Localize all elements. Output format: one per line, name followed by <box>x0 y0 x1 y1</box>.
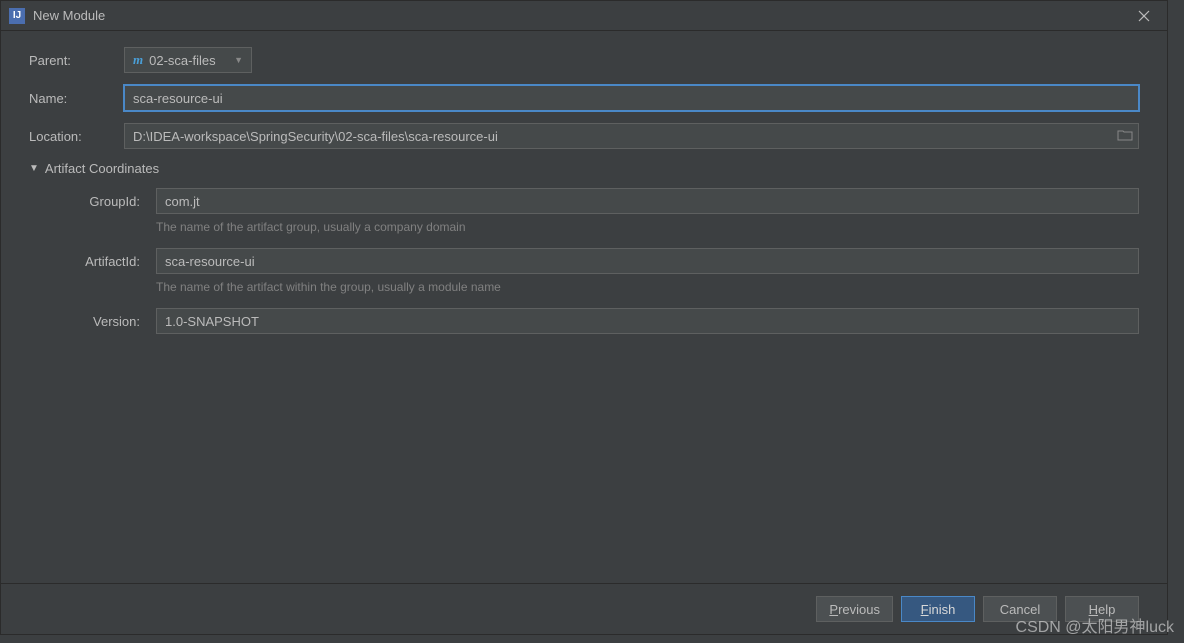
cancel-button[interactable]: Cancel <box>983 596 1057 622</box>
artifactid-label: ArtifactId: <box>61 254 146 269</box>
artifactid-row: ArtifactId: <box>61 248 1139 274</box>
dialog-content: Parent: m 02-sca-files ▼ Name: Location:… <box>1 31 1167 583</box>
groupid-hint: The name of the artifact group, usually … <box>156 220 1139 234</box>
artifact-section: GroupId: The name of the artifact group,… <box>29 188 1139 334</box>
artifactid-hint: The name of the artifact within the grou… <box>156 280 1139 294</box>
expand-triangle-icon: ▼ <box>29 163 39 174</box>
titlebar: IJ New Module <box>1 1 1167 31</box>
help-rest: elp <box>1098 602 1115 617</box>
groupid-row: GroupId: <box>61 188 1139 214</box>
new-module-dialog: IJ New Module Parent: m 02-sca-files ▼ N… <box>0 0 1168 635</box>
parent-combo[interactable]: m 02-sca-files ▼ <box>124 47 252 73</box>
location-input[interactable] <box>124 123 1139 149</box>
help-button[interactable]: Help <box>1065 596 1139 622</box>
name-row: Name: <box>29 85 1139 111</box>
parent-label: Parent: <box>29 53 114 68</box>
previous-button[interactable]: Previous <box>816 596 893 622</box>
finish-rest: inish <box>929 602 956 617</box>
parent-value: 02-sca-files <box>149 53 215 68</box>
finish-button[interactable]: Finish <box>901 596 975 622</box>
close-icon <box>1138 10 1150 22</box>
artifact-section-title: Artifact Coordinates <box>45 161 159 176</box>
version-row: Version: <box>61 308 1139 334</box>
browse-folder-icon[interactable] <box>1117 128 1133 144</box>
groupid-label: GroupId: <box>61 194 146 209</box>
name-label: Name: <box>29 91 114 106</box>
chevron-down-icon: ▼ <box>234 55 243 65</box>
version-input[interactable] <box>156 308 1139 334</box>
maven-icon: m <box>133 52 143 68</box>
previous-rest: revious <box>838 602 880 617</box>
close-button[interactable] <box>1129 1 1159 31</box>
window-title: New Module <box>33 8 1129 23</box>
location-row: Location: <box>29 123 1139 149</box>
version-label: Version: <box>61 314 146 329</box>
intellij-icon: IJ <box>9 8 25 24</box>
artifact-coordinates-header[interactable]: ▼ Artifact Coordinates <box>29 161 1139 176</box>
name-input[interactable] <box>124 85 1139 111</box>
button-bar: Previous Finish Cancel Help <box>1 583 1167 634</box>
groupid-input[interactable] <box>156 188 1139 214</box>
location-label: Location: <box>29 129 114 144</box>
artifactid-input[interactable] <box>156 248 1139 274</box>
parent-row: Parent: m 02-sca-files ▼ <box>29 47 1139 73</box>
